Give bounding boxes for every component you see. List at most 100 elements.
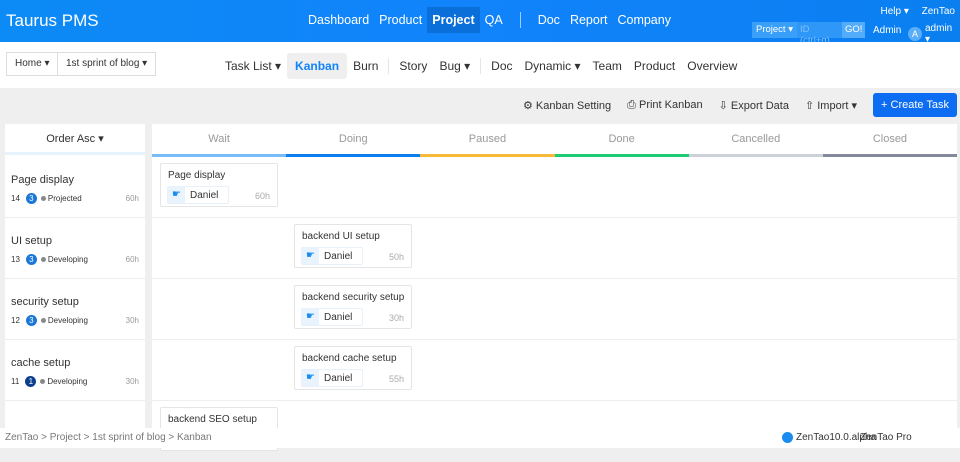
story-status: Developing	[47, 255, 88, 264]
story-name[interactable]: Page display	[11, 174, 74, 186]
task-hours: 55h	[388, 374, 404, 384]
priority-badge: 1	[25, 376, 37, 387]
nav-divider	[519, 12, 521, 28]
nav-product[interactable]: Product	[374, 7, 427, 33]
task-card[interactable]: backend security setup ☛ Daniel 30h	[294, 285, 412, 329]
story-name[interactable]: cache setup	[11, 357, 70, 369]
tab-task-list[interactable]: Task List ▾	[219, 54, 287, 78]
hand-pointer-icon: ☛	[302, 370, 319, 386]
kanban-setting-label: Kanban Setting	[535, 99, 612, 112]
import-button[interactable]: ⇧ Import ▾	[805, 99, 857, 112]
tab-product[interactable]: Product	[628, 54, 681, 78]
task-card[interactable]: backend UI setup ☛ Daniel 50h	[294, 224, 412, 268]
story-row[interactable]: UI setup 13 3 Developing 60h	[5, 218, 145, 279]
story-row[interactable]: security setup 12 3 Developing 30h	[5, 279, 145, 340]
export-data-button[interactable]: ⇩ Export Data	[719, 99, 789, 112]
go-button[interactable]: GO!	[841, 22, 866, 38]
story-name[interactable]: UI setup	[11, 235, 52, 247]
assignee[interactable]: ☛ Daniel	[301, 308, 364, 326]
nav-doc[interactable]: Doc	[533, 7, 565, 33]
column-header-paused: Paused	[420, 124, 555, 157]
main-nav: Dashboard Product Project QA Doc Report …	[303, 7, 676, 33]
tab-overview[interactable]: Overview	[681, 54, 743, 78]
zentao-link[interactable]: ZenTao	[922, 6, 955, 17]
task-title[interactable]: backend SEO setup	[168, 414, 257, 425]
search-scope-select[interactable]: Project ▾	[752, 22, 797, 38]
column-header-done: Done	[554, 124, 689, 157]
tab-dynamic[interactable]: Dynamic ▾	[519, 54, 587, 78]
sub-header: Home ▾ 1st sprint of blog ▾ Task List ▾ …	[0, 42, 960, 88]
column-header-cancelled: Cancelled	[688, 124, 823, 157]
footer: ZenTao > Project > 1st sprint of blog > …	[0, 428, 960, 448]
nav-company[interactable]: Company	[612, 7, 676, 33]
story-estimate: 30h	[125, 316, 139, 325]
import-icon: ⇧	[804, 99, 818, 112]
order-asc-dropdown[interactable]: Order Asc ▾	[5, 124, 145, 155]
assignee-name: Daniel	[324, 250, 353, 262]
help-links: Help ▾ ZenTao	[870, 6, 955, 17]
nav-dashboard[interactable]: Dashboard	[303, 7, 374, 33]
status-dot	[40, 257, 46, 262]
assignee-name: Daniel	[190, 189, 219, 201]
story-id: 11	[11, 377, 20, 386]
kanban-setting-button[interactable]: ⚙ Kanban Setting	[523, 99, 611, 112]
story-estimate: 60h	[125, 255, 139, 264]
story-id: 14	[11, 194, 20, 203]
print-kanban-button[interactable]: ⎙ Print Kanban	[627, 99, 702, 112]
story-lane: Order Asc ▾ Page display 14 3 Projected 60h…	[5, 124, 145, 462]
brand-name[interactable]: Taurus PMS	[6, 11, 99, 31]
story-status: Developing	[47, 377, 88, 386]
task-card[interactable]: backend cache setup ☛ Daniel 55h	[294, 346, 412, 390]
tab-burn[interactable]: Burn	[347, 54, 384, 78]
kanban-row: backend security setup ☛ Daniel 30h	[152, 279, 957, 340]
task-title[interactable]: Page display	[168, 170, 225, 181]
hand-pointer-icon: ☛	[168, 187, 185, 203]
gear-icon: ⚙	[522, 99, 536, 112]
kanban-row: backend cache setup ☛ Daniel 55h	[152, 340, 957, 401]
kanban-row: Page display ☛ Daniel 60h	[152, 157, 957, 218]
priority-badge: 3	[25, 315, 37, 326]
hand-pointer-icon: ☛	[302, 309, 319, 325]
tab-team[interactable]: Team	[587, 54, 628, 78]
breadcrumb-home[interactable]: Home ▾	[6, 52, 59, 76]
task-hours: 50h	[388, 252, 404, 262]
project-subnav: Task List ▾ Kanban Burn Story Bug ▾ Doc …	[219, 53, 743, 79]
search-input[interactable]: ID (ctrl+g)	[796, 22, 842, 46]
tab-bug[interactable]: Bug ▾	[433, 54, 476, 78]
breadcrumb-project[interactable]: 1st sprint of blog ▾	[57, 52, 157, 76]
story-name[interactable]: security setup	[11, 296, 79, 308]
print-label: Print Kanban	[638, 98, 703, 111]
story-status: Projected	[47, 194, 82, 203]
column-header-doing: Doing	[286, 124, 421, 157]
priority-badge: 3	[25, 254, 37, 265]
story-meta: 12 3 Developing 30h	[11, 315, 139, 326]
create-task-button[interactable]: + Create Task	[873, 93, 957, 117]
zentao-logo-icon	[782, 432, 793, 443]
tab-kanban[interactable]: Kanban	[287, 53, 348, 79]
nav-project[interactable]: Project	[427, 7, 480, 33]
nav-report[interactable]: Report	[565, 7, 613, 33]
task-hours: 30h	[388, 313, 404, 323]
footer-breadcrumb[interactable]: ZenTao > Project > 1st sprint of blog > …	[5, 432, 212, 443]
status-dot	[40, 318, 46, 323]
assignee[interactable]: ☛ Daniel	[301, 369, 364, 387]
assignee[interactable]: ☛ Daniel	[167, 186, 230, 204]
task-title[interactable]: backend UI setup	[302, 231, 380, 242]
tab-doc[interactable]: Doc	[485, 54, 518, 78]
assignee-name: Daniel	[324, 311, 353, 323]
story-row[interactable]: Page display 14 3 Projected 60h	[5, 157, 145, 218]
task-title[interactable]: backend security setup	[302, 292, 404, 303]
help-menu[interactable]: Help ▾	[880, 6, 908, 17]
story-row[interactable]: cache setup 11 1 Developing 30h	[5, 340, 145, 401]
task-title[interactable]: backend cache setup	[302, 353, 397, 364]
story-estimate: 30h	[125, 377, 139, 386]
assignee-name: Daniel	[324, 372, 353, 384]
task-card[interactable]: Page display ☛ Daniel 60h	[160, 163, 278, 207]
assignee[interactable]: ☛ Daniel	[301, 247, 364, 265]
zentao-pro-link[interactable]: ZenTao Pro	[860, 432, 912, 443]
admin-link[interactable]: Admin	[873, 25, 901, 36]
nav-qa[interactable]: QA	[480, 7, 508, 33]
column-header-closed: Closed	[822, 124, 958, 157]
export-label: Export Data	[730, 99, 789, 112]
tab-story[interactable]: Story	[393, 54, 433, 78]
